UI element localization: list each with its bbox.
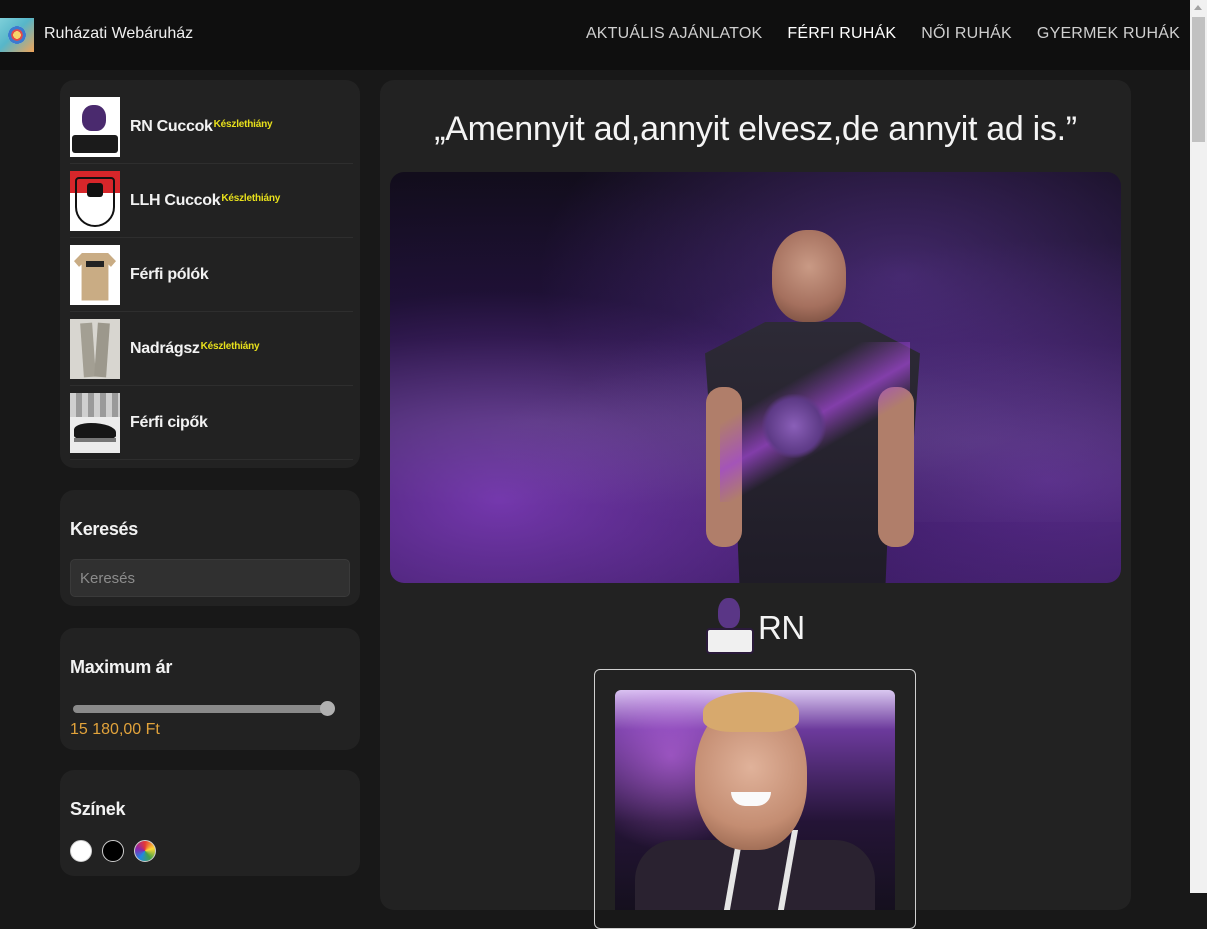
- trousers-thumbnail: [70, 318, 120, 379]
- nav-link-current-offers[interactable]: AKTUÁLIS AJÁNLATOK: [586, 25, 762, 43]
- nav-link-kids-clothing[interactable]: GYERMEK RUHÁK: [1037, 25, 1180, 43]
- max-price-heading: Maximum ár: [70, 657, 173, 677]
- category-item-llh[interactable]: LLH Cuccok Készlethiány: [70, 164, 353, 238]
- category-item-trousers[interactable]: Nadrágsz Készlethiány: [70, 312, 353, 386]
- category-label: Nadrágsz: [130, 339, 200, 357]
- out-of-stock-badge: Készlethiány: [200, 341, 260, 352]
- search-heading: Keresés: [70, 519, 138, 539]
- price-slider-thumb[interactable]: [320, 701, 335, 716]
- main-nav: AKTUÁLIS AJÁNLATOK FÉRFI RUHÁK NŐI RUHÁK…: [586, 25, 1180, 43]
- out-of-stock-badge: Készlethiány: [221, 193, 281, 204]
- rapid-ninjas-jersey-logo-icon: [762, 394, 826, 458]
- store-logo-icon[interactable]: [0, 18, 34, 52]
- product-image[interactable]: [615, 690, 895, 910]
- shoes-thumbnail: [70, 392, 120, 453]
- brand-header: RN: [706, 596, 805, 660]
- category-label: Férfi pólók: [130, 265, 209, 283]
- max-price-panel: Maximum ár 15 180,00 Ft: [60, 628, 360, 750]
- color-swatches: [70, 840, 350, 862]
- nav-link-mens-clothing[interactable]: FÉRFI RUHÁK: [787, 25, 896, 43]
- top-navbar: Ruházati Webáruház AKTUÁLIS AJÁNLATOK FÉ…: [0, 0, 1190, 70]
- category-label: LLH Cuccok: [130, 191, 221, 209]
- color-swatch-rainbow[interactable]: [134, 840, 156, 862]
- search-input[interactable]: [70, 559, 350, 597]
- category-item-mens-tshirts[interactable]: Férfi pólók: [70, 238, 353, 312]
- scrollbar-thumb[interactable]: [1192, 17, 1205, 142]
- category-item-mens-shoes[interactable]: Férfi cipők: [70, 386, 353, 460]
- out-of-stock-badge: Készlethiány: [213, 119, 273, 130]
- category-list: RN Cuccok Készlethiány LLH Cuccok Készleth…: [60, 80, 360, 468]
- scroll-up-arrow-icon[interactable]: [1194, 5, 1202, 10]
- max-price-value: 15 180,00 Ft: [70, 721, 160, 738]
- hero-image: [390, 172, 1121, 583]
- color-swatch-black[interactable]: [102, 840, 124, 862]
- tshirt-thumbnail: [70, 244, 120, 305]
- page-quote: „Amennyit ad,annyit elvesz,de annyit ad …: [434, 110, 1077, 148]
- category-label: RN Cuccok: [130, 117, 213, 135]
- colors-panel: Színek: [60, 770, 360, 876]
- category-label: Férfi cipők: [130, 413, 208, 431]
- page-scrollbar[interactable]: [1190, 0, 1207, 893]
- search-panel: Keresés: [60, 490, 360, 606]
- nav-link-womens-clothing[interactable]: NŐI RUHÁK: [921, 25, 1012, 43]
- colors-heading: Színek: [70, 799, 126, 819]
- rapid-ninjas-logo-icon: [706, 596, 754, 660]
- category-item-rn[interactable]: RN Cuccok Készlethiány: [70, 90, 353, 164]
- honved-shield-logo-icon: [70, 170, 120, 231]
- price-slider-track[interactable]: [73, 705, 331, 713]
- rapid-ninjas-logo-icon: [70, 96, 120, 157]
- brand-name: RN: [758, 609, 805, 646]
- store-title[interactable]: Ruházati Webáruház: [44, 25, 193, 43]
- color-swatch-white[interactable]: [70, 840, 92, 862]
